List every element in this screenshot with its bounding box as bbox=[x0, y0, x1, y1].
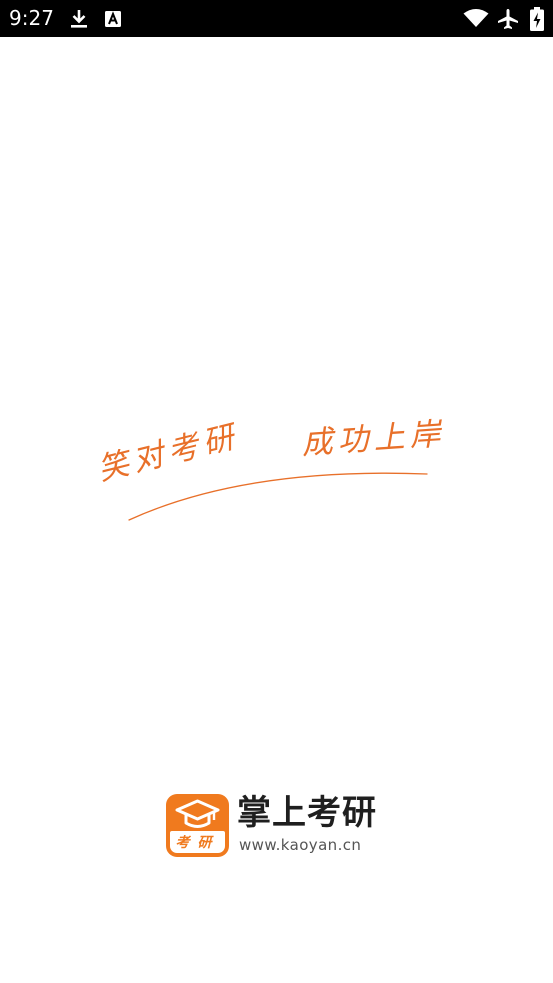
splash-screen: 9:27 笑对考研 成功上岸 考研 掌上考研 www.kaoyan.cn bbox=[0, 0, 553, 983]
graduation-cap-icon bbox=[175, 799, 220, 828]
website-url: www.kaoyan.cn bbox=[239, 836, 362, 854]
logo-text: 考研 bbox=[175, 835, 220, 851]
wifi-icon bbox=[463, 9, 489, 27]
slogan: 笑对考研 成功上岸 bbox=[94, 412, 465, 532]
brand-footer: 考研 掌上考研 www.kaoyan.cn bbox=[166, 793, 391, 859]
status-bar: 9:27 bbox=[0, 0, 553, 37]
battery-charging-icon bbox=[530, 7, 544, 31]
airplane-mode-icon bbox=[498, 9, 518, 29]
app-name: 掌上考研 bbox=[237, 793, 377, 833]
status-time: 9:27 bbox=[9, 6, 54, 30]
download-icon bbox=[71, 10, 87, 28]
app-logo: 考研 bbox=[166, 794, 229, 857]
keyboard-a-icon bbox=[105, 11, 121, 27]
